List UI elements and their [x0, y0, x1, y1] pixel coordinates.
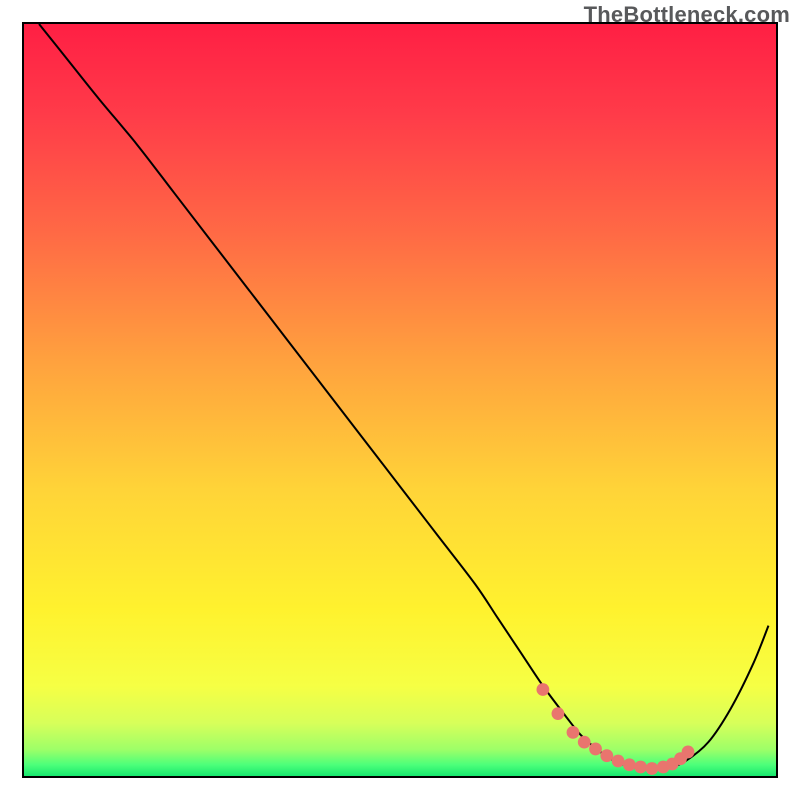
optimal-range-markers	[536, 683, 694, 775]
watermark-text: TheBottleneck.com	[584, 2, 790, 28]
optimal-marker	[600, 749, 613, 762]
optimal-marker	[646, 762, 659, 775]
optimal-marker	[578, 736, 591, 749]
chart-curve-layer	[24, 24, 776, 776]
optimal-marker	[552, 707, 565, 720]
chart-plot-area	[22, 22, 778, 778]
optimal-marker	[567, 726, 580, 739]
optimal-marker	[589, 743, 602, 756]
optimal-marker	[536, 683, 549, 696]
optimal-marker	[623, 758, 636, 771]
optimal-marker	[634, 761, 647, 774]
bottleneck-curve-line	[39, 24, 768, 769]
optimal-marker	[612, 755, 625, 768]
optimal-marker	[682, 746, 695, 759]
